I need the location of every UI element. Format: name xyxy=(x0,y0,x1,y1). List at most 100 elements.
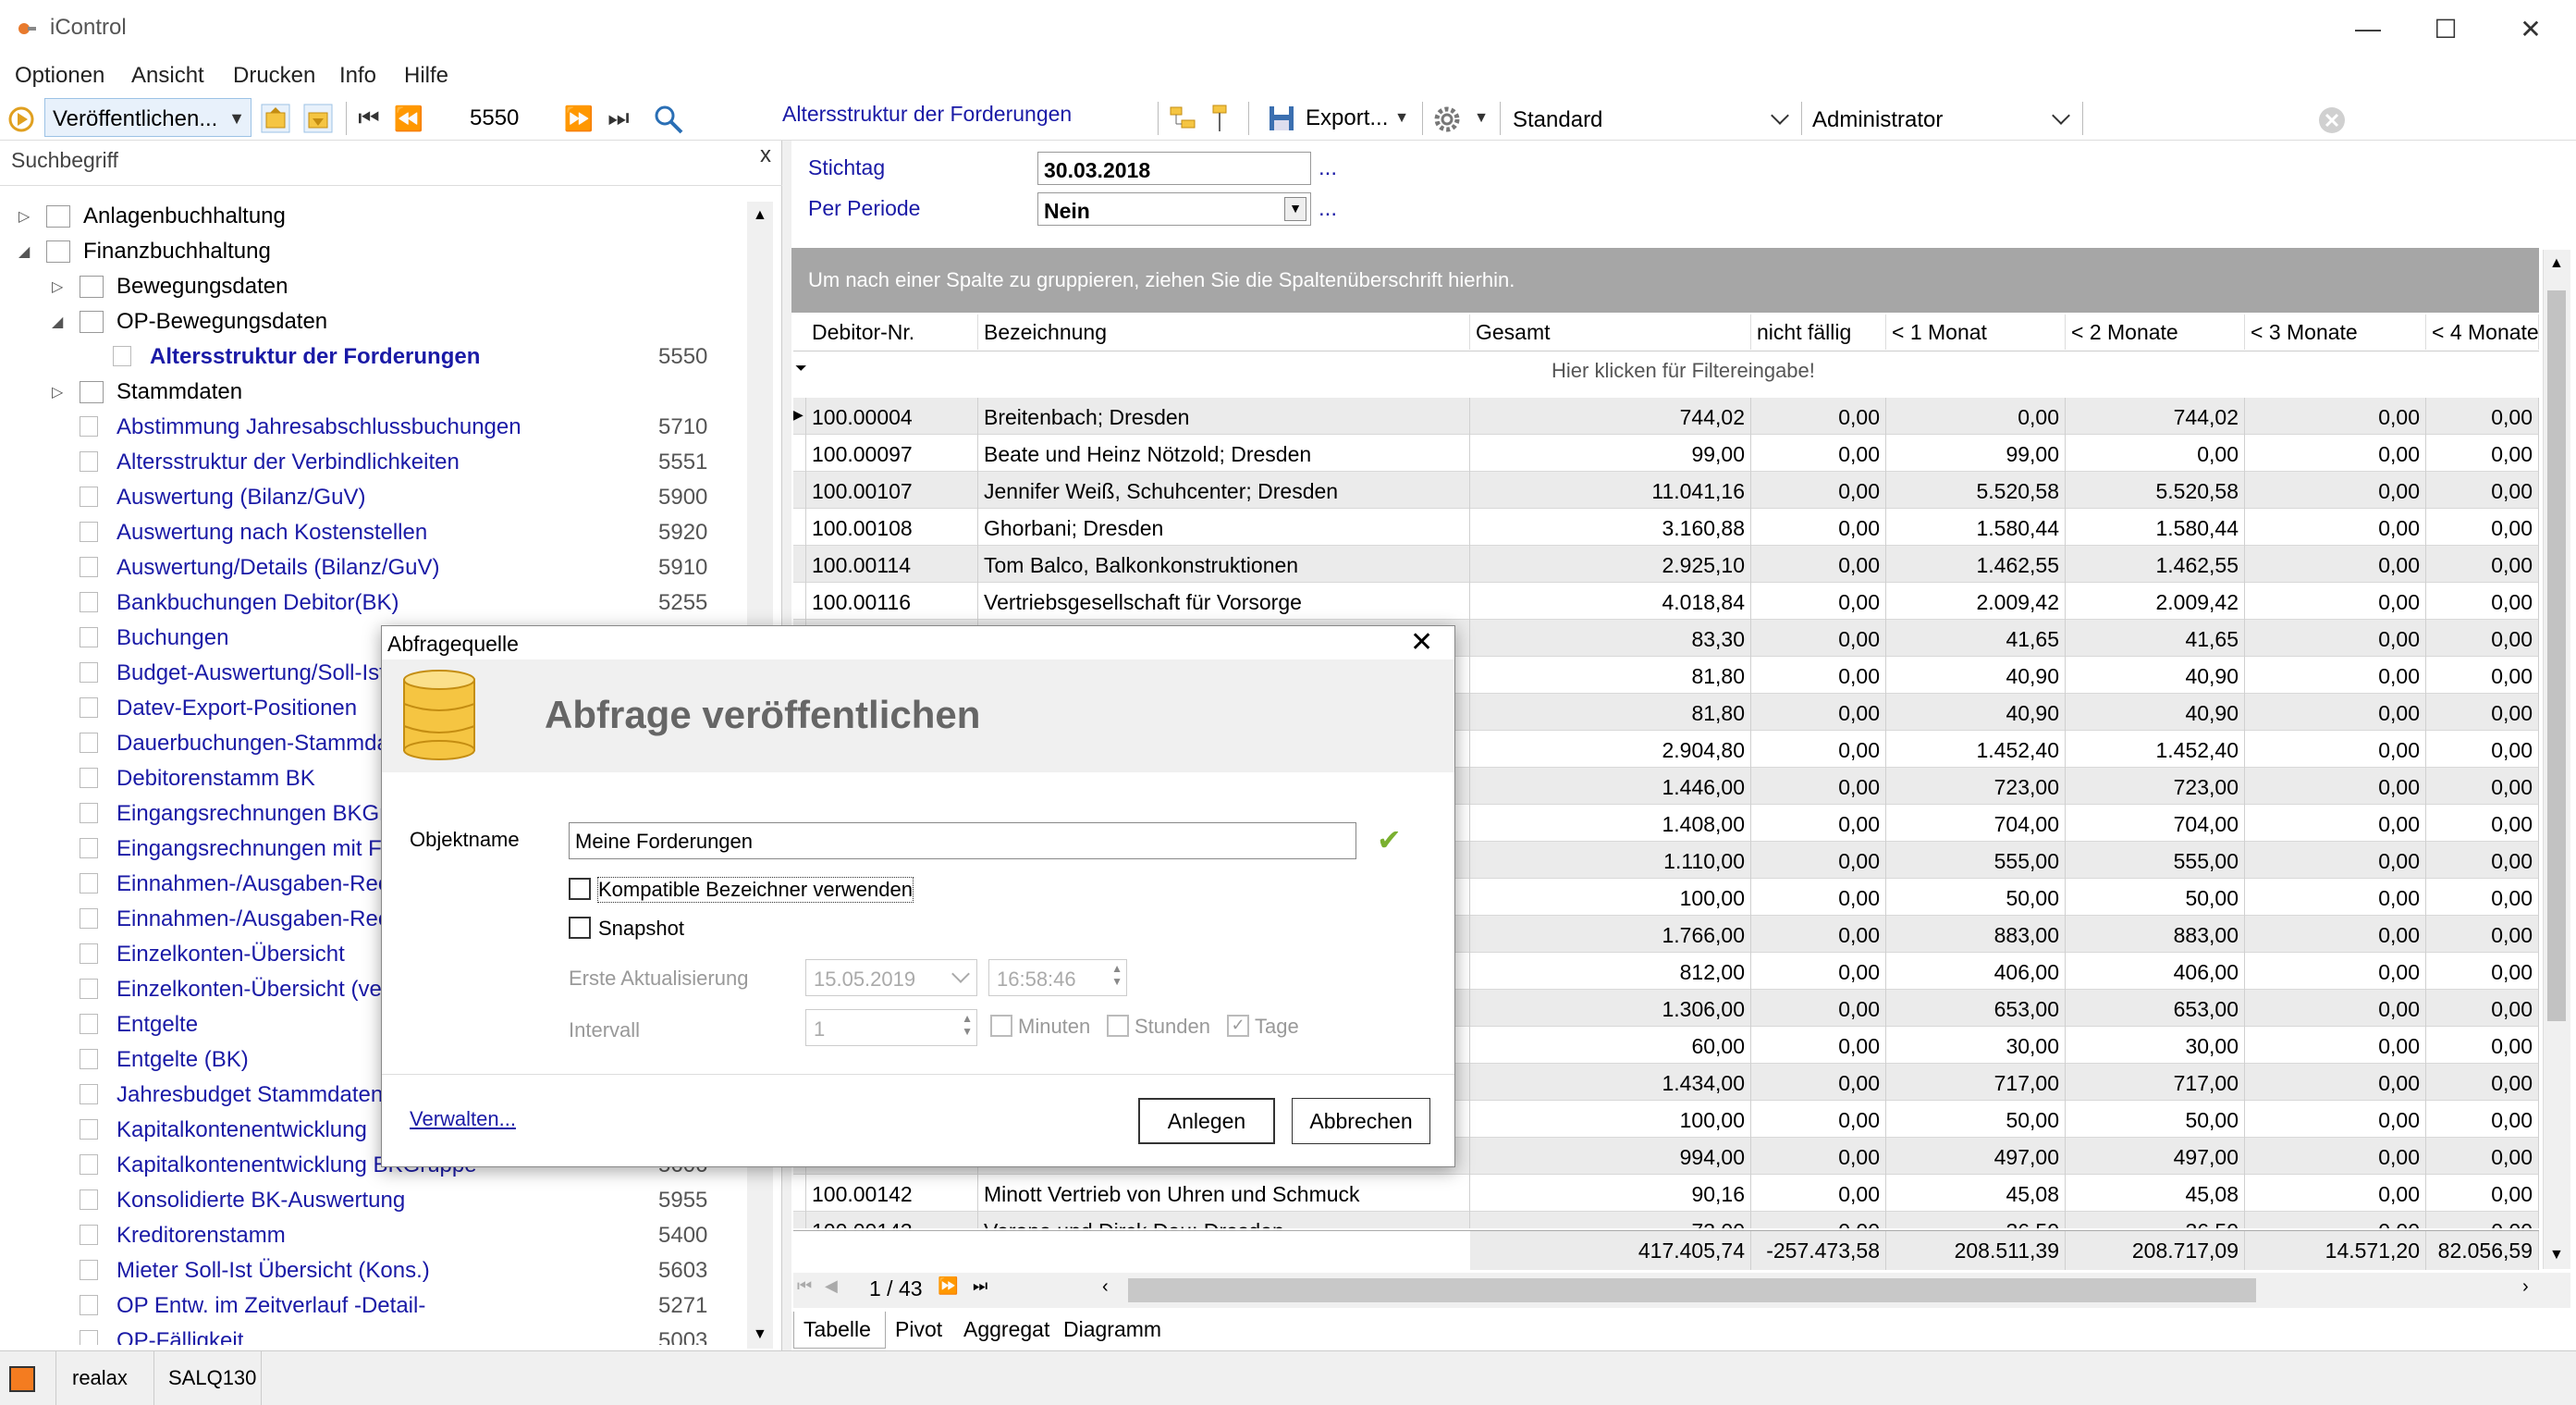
last-record-icon[interactable]: ⏭ xyxy=(605,102,632,135)
run-icon[interactable] xyxy=(7,105,35,133)
periode-select[interactable]: Nein ▼ xyxy=(1037,192,1311,226)
maximize-button[interactable]: ☐ xyxy=(2402,0,2489,57)
table-cell[interactable]: 0,00 xyxy=(2245,657,2426,694)
tab-diagramm[interactable]: Diagramm xyxy=(1054,1312,1165,1349)
user-select[interactable]: Administrator xyxy=(1803,100,2077,137)
periode-more-button[interactable]: ... xyxy=(1319,196,1337,222)
menu-hilfe[interactable]: Hilfe xyxy=(404,63,448,89)
table-cell[interactable]: 100.00116 xyxy=(806,583,978,620)
table-cell[interactable]: 50,00 xyxy=(1886,1101,2066,1138)
table-cell[interactable]: 0,00 xyxy=(1751,1101,1886,1138)
table-cell[interactable]: 704,00 xyxy=(2066,805,2245,842)
table-cell[interactable]: 0,00 xyxy=(2426,435,2539,472)
tab-tabelle[interactable]: Tabelle xyxy=(793,1312,886,1349)
table-cell[interactable]: 497,00 xyxy=(1886,1138,2066,1175)
table-cell[interactable]: 0,00 xyxy=(2245,1138,2426,1175)
table-cell[interactable]: 81,80 xyxy=(1470,657,1751,694)
table-cell[interactable]: 0,00 xyxy=(2426,1101,2539,1138)
table-cell[interactable]: 1.580,44 xyxy=(1886,509,2066,546)
table-cell[interactable]: 0,00 xyxy=(1751,1064,1886,1101)
import-icon[interactable] xyxy=(259,102,292,135)
table-cell[interactable]: 1.408,00 xyxy=(1470,805,1751,842)
table-cell[interactable]: 0,00 xyxy=(2245,1101,2426,1138)
table-cell[interactable]: 0,00 xyxy=(1751,472,1886,509)
table-cell[interactable]: 0,00 xyxy=(2426,842,2539,879)
tage-checkbox[interactable]: ✓ xyxy=(1227,1015,1249,1037)
table-cell[interactable]: 0,00 xyxy=(2245,953,2426,990)
table-cell[interactable]: Minott Vertrieb von Uhren und Schmuck xyxy=(978,1175,1470,1212)
table-row[interactable]: 100.00143Verona und Dirck Dau; Dresden73… xyxy=(793,1212,2539,1228)
expand-icon[interactable]: ▷ xyxy=(18,207,30,226)
tree-item[interactable]: Mieter Soll-Ist Übersicht (Kons.) 5603 xyxy=(80,1258,721,1289)
tree-item[interactable]: Bankbuchungen Debitor(BK) 5255 xyxy=(80,590,721,622)
column-header[interactable]: < 4 Monate xyxy=(2426,314,2539,350)
menu-drucken[interactable]: Drucken xyxy=(233,63,315,89)
table-cell[interactable]: 1.446,00 xyxy=(1470,768,1751,805)
table-cell[interactable]: 1.580,44 xyxy=(2066,509,2245,546)
collapse-icon[interactable]: ◢ xyxy=(18,242,30,261)
table-cell[interactable]: 1.766,00 xyxy=(1470,916,1751,953)
intervall-input[interactable]: 1 ▲ ▼ xyxy=(805,1009,977,1046)
manage-link[interactable]: Verwalten... xyxy=(410,1107,516,1131)
stunden-checkbox[interactable] xyxy=(1107,1015,1129,1037)
expand-icon[interactable]: ▷ xyxy=(52,277,63,296)
scroll-left-icon[interactable]: ‹ xyxy=(1102,1276,1109,1298)
table-cell[interactable]: 11.041,16 xyxy=(1470,472,1751,509)
previous-page-icon[interactable]: ◀ xyxy=(825,1276,838,1296)
publish-dropdown-icon[interactable]: ▼ xyxy=(224,102,250,135)
table-cell[interactable]: 0,00 xyxy=(2245,990,2426,1027)
table-cell[interactable]: 0,00 xyxy=(2245,731,2426,768)
table-cell[interactable]: 0,00 xyxy=(2426,879,2539,916)
scroll-up-icon[interactable]: ▲ xyxy=(2549,255,2564,272)
table-cell[interactable]: 0,00 xyxy=(2245,842,2426,879)
table-cell[interactable]: 0,00 xyxy=(2426,657,2539,694)
table-cell[interactable]: 812,00 xyxy=(1470,953,1751,990)
table-cell[interactable]: 100.00142 xyxy=(806,1175,978,1212)
table-cell[interactable]: 90,16 xyxy=(1470,1175,1751,1212)
menu-optionen[interactable]: Optionen xyxy=(15,63,104,89)
erste-date-input[interactable]: 15.05.2019 xyxy=(805,959,977,996)
row-selector[interactable] xyxy=(793,472,806,509)
table-cell[interactable]: 0,00 xyxy=(1751,620,1886,657)
tree-item[interactable]: Anlagenbuchhaltung xyxy=(46,203,721,235)
menu-ansicht[interactable]: Ansicht xyxy=(131,63,204,89)
table-cell[interactable]: 1.452,40 xyxy=(1886,731,2066,768)
grid-scrollbar[interactable]: ▲ ▼ xyxy=(2543,250,2570,1269)
table-cell[interactable]: 717,00 xyxy=(2066,1064,2245,1101)
table-cell[interactable]: 497,00 xyxy=(2066,1138,2245,1175)
table-cell[interactable]: 50,00 xyxy=(2066,1101,2245,1138)
table-cell[interactable]: 883,00 xyxy=(2066,916,2245,953)
table-cell[interactable]: 704,00 xyxy=(1886,805,2066,842)
table-cell[interactable]: 81,80 xyxy=(1470,694,1751,731)
table-cell[interactable]: 2.009,42 xyxy=(2066,583,2245,620)
tree-item[interactable]: OP-Bewegungsdaten xyxy=(80,309,721,340)
table-cell[interactable]: 0,00 xyxy=(2426,620,2539,657)
table-cell[interactable]: 0,00 xyxy=(1751,805,1886,842)
table-cell[interactable]: 100.00004 xyxy=(806,398,978,435)
table-cell[interactable]: 0,00 xyxy=(2426,1064,2539,1101)
table-cell[interactable]: 744,02 xyxy=(1470,398,1751,435)
tree-item[interactable]: OP-Fälligkeit 5003 xyxy=(80,1328,721,1345)
table-cell[interactable]: 1.462,55 xyxy=(2066,546,2245,583)
table-cell[interactable]: 0,00 xyxy=(1751,1175,1886,1212)
column-header[interactable]: < 3 Monate xyxy=(2245,314,2426,350)
table-cell[interactable]: 0,00 xyxy=(2245,1064,2426,1101)
table-cell[interactable]: 0,00 xyxy=(2426,916,2539,953)
tree-item[interactable]: Altersstruktur der Verbindlichkeiten 5551 xyxy=(80,450,721,481)
last-page-icon[interactable]: ⏭ xyxy=(973,1276,987,1296)
table-cell[interactable]: 0,00 xyxy=(2245,768,2426,805)
table-cell[interactable]: 2.009,42 xyxy=(1886,583,2066,620)
table-row[interactable]: 100.00108 Ghorbani; Dresden 3.160,88 0,00 1.… xyxy=(793,509,2539,546)
collapse-icon[interactable]: ◢ xyxy=(52,313,63,331)
table-cell[interactable]: 100,00 xyxy=(1470,879,1751,916)
search-label[interactable]: Suchbegriff xyxy=(11,148,118,173)
table-cell[interactable]: 0,00 xyxy=(1751,916,1886,953)
table-cell[interactable]: 0,00 xyxy=(1751,842,1886,879)
save-disk-icon[interactable] xyxy=(1267,104,1296,133)
tree-item[interactable]: OP Entw. im Zeitverlauf -Detail- 5271 xyxy=(80,1293,721,1325)
tree-item[interactable]: Auswertung (Bilanz/GuV) 5900 xyxy=(80,485,721,516)
tree-item[interactable]: Kreditorenstamm 5400 xyxy=(80,1223,721,1254)
table-cell[interactable]: 0,00 xyxy=(2245,916,2426,953)
tree-item[interactable]: Finanzbuchhaltung xyxy=(46,239,721,270)
row-selector[interactable] xyxy=(793,546,806,583)
